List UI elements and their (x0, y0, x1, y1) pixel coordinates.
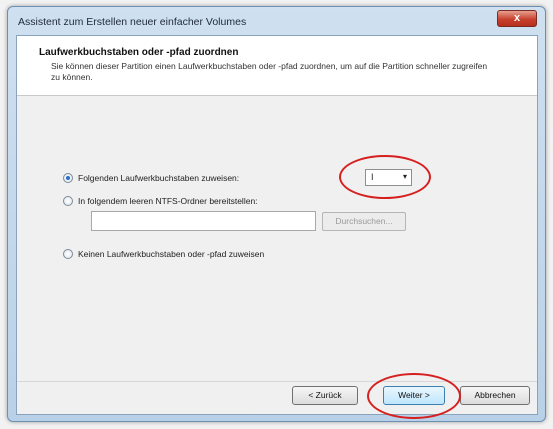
option-mount-folder[interactable]: In folgendem leeren NTFS-Ordner bereitst… (63, 196, 258, 206)
browse-button[interactable]: Durchsuchen... (322, 212, 406, 231)
no-letter-label: Keinen Laufwerkbuchstaben oder -pfad zuw… (78, 249, 265, 259)
footer-divider (17, 381, 537, 382)
option-assign-letter[interactable]: Folgenden Laufwerkbuchstaben zuweisen: (63, 173, 239, 183)
page-title: Laufwerkbuchstaben oder -pfad zuordnen (39, 47, 239, 58)
option-no-letter[interactable]: Keinen Laufwerkbuchstaben oder -pfad zuw… (63, 249, 264, 259)
highlight-ring-next (367, 373, 461, 419)
assign-letter-label: Folgenden Laufwerkbuchstaben zuweisen: (78, 173, 240, 183)
mount-folder-label: In folgendem leeren NTFS-Ordner bereitst… (78, 196, 258, 206)
cancel-button[interactable]: Abbrechen (460, 386, 530, 405)
close-button[interactable]: x (497, 10, 537, 27)
title-bar[interactable]: Assistent zum Erstellen neuer einfacher … (8, 7, 545, 37)
page-subtitle: Sie können dieser Partition einen Laufwe… (51, 61, 488, 82)
folder-path-input[interactable] (91, 211, 316, 231)
wizard-window: Assistent zum Erstellen neuer einfacher … (7, 6, 546, 422)
wizard-header: Laufwerkbuchstaben oder -pfad zuordnen S… (17, 36, 537, 96)
no-letter-radio[interactable] (63, 249, 73, 259)
mount-folder-radio[interactable] (63, 196, 73, 206)
wizard-content: Laufwerkbuchstaben oder -pfad zuordnen S… (16, 35, 538, 419)
assign-letter-radio[interactable] (63, 173, 73, 183)
highlight-ring-drive (339, 155, 431, 199)
window-title: Assistent zum Erstellen neuer einfacher … (18, 16, 247, 28)
back-button[interactable]: < Zurück (292, 386, 358, 405)
close-icon: x (513, 12, 521, 24)
